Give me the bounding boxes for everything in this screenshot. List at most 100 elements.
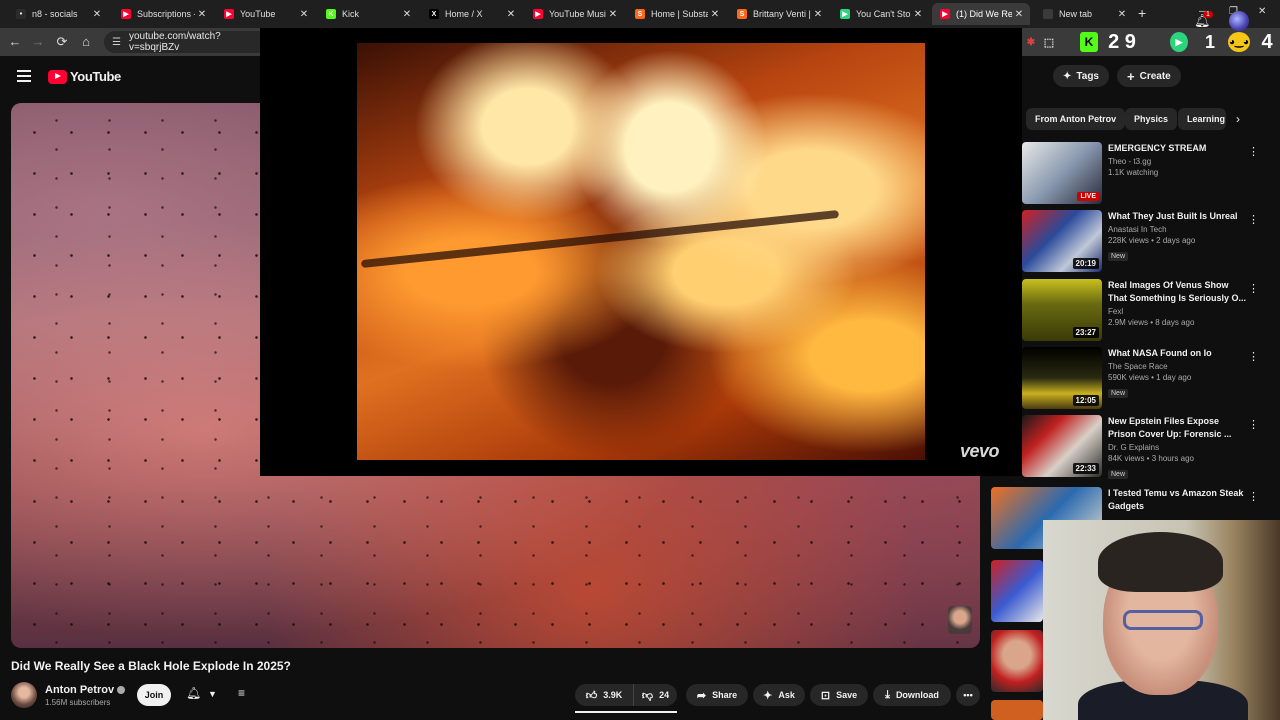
video-title[interactable]: Real Images Of Venus Show That Something… [1108, 279, 1248, 305]
browser-tab[interactable]: K Kick ✕ [318, 3, 418, 25]
address-bar[interactable]: ☰ youtube.com/watch?v=sbqrjBZv [104, 31, 260, 53]
chevron-right-icon[interactable]: › [1236, 112, 1240, 126]
close-tab-icon[interactable]: ✕ [1012, 9, 1026, 20]
puzzle-icon[interactable]: ⬚ [1042, 32, 1056, 52]
channel-name[interactable]: Fexl [1108, 307, 1248, 316]
play-extension-icon[interactable]: ▶ [1170, 32, 1188, 52]
channel-avatar[interactable] [11, 682, 37, 708]
close-tab-icon[interactable]: ✕ [911, 9, 925, 20]
add-to-playlist-icon[interactable]: ≡ [238, 686, 245, 700]
filter-chip[interactable]: Physics [1125, 108, 1178, 130]
recommended-video[interactable]: 23:27 Real Images Of Venus Show That Some… [1022, 279, 1272, 343]
browser-tab[interactable]: X Home / X ✕ [421, 3, 522, 25]
forward-button[interactable]: → [30, 34, 46, 50]
create-button[interactable]: + Create [1117, 65, 1181, 87]
browser-tab[interactable]: ▶ Subscriptions - ✕ [113, 3, 213, 25]
channel-name[interactable]: Anastasi In Tech [1108, 225, 1248, 234]
browser-tab[interactable]: S Home | Substa ✕ [627, 3, 726, 25]
tags-button[interactable]: ✦ Tags [1053, 65, 1109, 87]
counter-extension[interactable]: 2 9 [1104, 31, 1140, 53]
video-thumbnail[interactable]: 23:27 [1022, 279, 1102, 341]
save-button[interactable]: ⊡ Save [810, 684, 868, 706]
video-meta: 590K views • 1 day ago [1108, 373, 1192, 382]
recommended-video[interactable]: 20:19 What They Just Built Is Unreal Anast… [1022, 210, 1272, 274]
more-actions-button[interactable]: ••• [956, 684, 980, 706]
youtube-logo[interactable]: YouTube [48, 69, 121, 84]
close-tab-icon[interactable]: ✕ [504, 9, 518, 20]
download-button[interactable]: ⤓ Download [873, 684, 951, 706]
more-vertical-icon[interactable]: ⋮ [1248, 145, 1259, 158]
counter-extension-c[interactable]: 4 [1260, 31, 1274, 53]
more-vertical-icon[interactable]: ⋮ [1248, 418, 1259, 431]
video-thumbnail[interactable]: 22:33 [1022, 415, 1102, 477]
browser-tab[interactable]: ▶ You Can't Stop ✕ [832, 3, 929, 25]
thumbnail[interactable] [991, 700, 1043, 720]
tab-favicon-icon: X [429, 9, 439, 19]
video-title[interactable]: What NASA Found on Io [1108, 347, 1248, 360]
join-button[interactable]: Join [137, 684, 171, 706]
sunglasses-extension-icon[interactable]: ◕‿◕ [1228, 32, 1250, 52]
counter-extension-b[interactable]: 1 [1204, 32, 1216, 52]
browser-tab[interactable]: ▶ YouTube ✕ [216, 3, 315, 25]
more-vertical-icon[interactable]: ⋮ [1248, 213, 1259, 226]
browser-tab[interactable]: ▶ (1) Did We Rea ✕ [932, 3, 1030, 25]
kick-extension-icon[interactable]: K [1080, 32, 1098, 52]
close-tab-icon[interactable]: ✕ [297, 9, 311, 20]
thumbnail[interactable] [991, 630, 1043, 692]
video-thumbnail[interactable]: 20:19 [1022, 210, 1102, 272]
filter-chip[interactable]: From Anton Petrov [1026, 108, 1126, 130]
like-button[interactable]: 👍︎ 3.9K [575, 684, 633, 706]
more-vertical-icon[interactable]: ⋮ [1248, 350, 1259, 363]
account-avatar[interactable] [1229, 11, 1249, 31]
duration-badge: 20:19 [1072, 258, 1099, 269]
url-text: youtube.com/watch?v=sbqrjBZv [128, 31, 221, 53]
close-tab-icon[interactable]: ✕ [195, 9, 209, 20]
browser-tab[interactable]: ▶ YouTube Music ✕ [525, 3, 624, 25]
reload-button[interactable]: ⟳ [54, 34, 70, 50]
video-title[interactable]: EMERGENCY STREAM [1108, 142, 1248, 155]
thumbnail[interactable] [991, 560, 1043, 622]
recommended-video[interactable]: 22:33 New Epstein Files Expose Prison Cov… [1022, 415, 1272, 479]
menu-icon[interactable] [17, 70, 31, 82]
share-button[interactable]: ➦ Share [686, 684, 748, 706]
video-meta: 84K views • 3 hours ago [1108, 454, 1194, 463]
tab-title: (1) Did We Rea [956, 9, 1012, 19]
close-window-button[interactable]: ✕ [1258, 6, 1266, 17]
filter-chip[interactable]: Learning [1178, 108, 1226, 130]
ask-button[interactable]: ✦ Ask [753, 684, 805, 706]
extension-icon[interactable]: ✱ [1025, 32, 1037, 52]
browser-tab[interactable]: • n8 - socials ✕ [8, 3, 108, 25]
channel-name[interactable]: Dr. G Explains [1108, 443, 1248, 452]
back-button[interactable]: ← [7, 34, 23, 50]
chevron-down-icon[interactable]: ▼ [208, 689, 217, 699]
video-meta: 1.1K watching [1108, 168, 1159, 177]
close-tab-icon[interactable]: ✕ [811, 9, 825, 20]
browser-tab[interactable]: S Brittany Venti | ✕ [729, 3, 829, 25]
video-thumbnail[interactable]: LIVE [1022, 142, 1102, 204]
close-tab-icon[interactable]: ✕ [708, 9, 722, 20]
close-tab-icon[interactable]: ✕ [1115, 9, 1129, 20]
channel-name[interactable]: The Space Race [1108, 362, 1248, 371]
home-button[interactable]: ⌂ [78, 34, 94, 50]
recommended-video[interactable]: LIVE EMERGENCY STREAM Theo - t3.gg 1.1K wat… [1022, 142, 1272, 206]
video-title[interactable]: New Epstein Files Expose Prison Cover Up… [1108, 415, 1248, 441]
new-badge: New [1108, 252, 1129, 261]
channel-name[interactable]: Theo - t3.gg [1108, 157, 1248, 166]
video-title[interactable]: I Tested Temu vs Amazon Steak Gadgets [1108, 487, 1248, 513]
subscribe-bell-icon[interactable]: 🔔︎ [186, 686, 201, 700]
close-tab-icon[interactable]: ✕ [400, 9, 414, 20]
video-title[interactable]: What They Just Built Is Unreal [1108, 210, 1248, 223]
new-tab-button[interactable]: + [1138, 5, 1146, 21]
channel-name[interactable]: Anton Petrov [45, 684, 126, 696]
browser-tab[interactable]: New tab ✕ [1035, 3, 1133, 25]
site-info-icon[interactable]: ☰ [112, 37, 121, 48]
more-vertical-icon[interactable]: ⋮ [1248, 282, 1259, 295]
close-tab-icon[interactable]: ✕ [606, 9, 620, 20]
more-vertical-icon[interactable]: ⋮ [1248, 490, 1259, 503]
tab-favicon-icon: ▶ [121, 9, 131, 19]
dislike-button[interactable]: 👎︎ 24 [633, 684, 677, 706]
tab-title: You Can't Stop [856, 9, 911, 19]
close-tab-icon[interactable]: ✕ [90, 9, 104, 20]
video-thumbnail[interactable]: 12:05 [1022, 347, 1102, 409]
recommended-video[interactable]: 12:05 What NASA Found on Io The Space Race… [1022, 347, 1272, 411]
